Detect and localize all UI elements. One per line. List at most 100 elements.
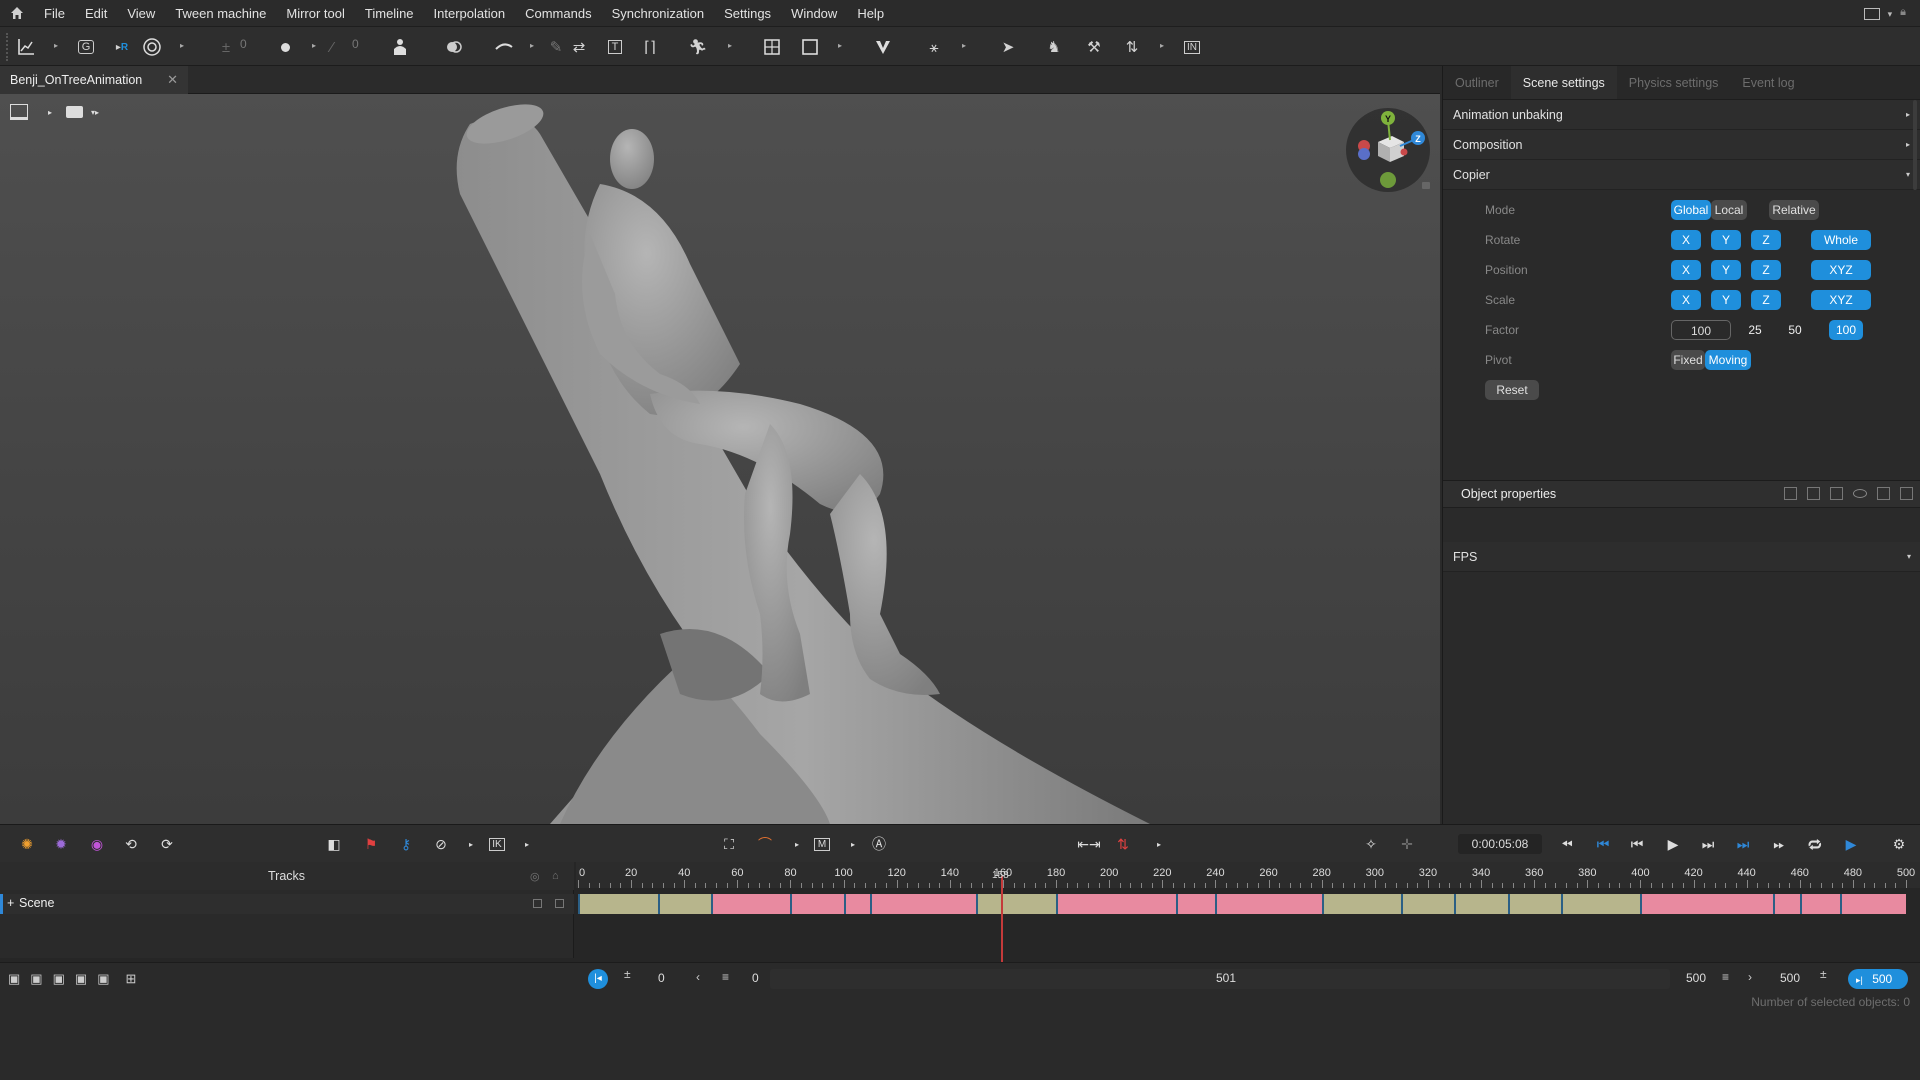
bracket-icon[interactable]: ⌈⌉ — [638, 35, 662, 59]
add-track-icon[interactable]: ▣ — [30, 971, 42, 987]
cycle-icon[interactable]: ⟳ — [156, 833, 178, 855]
chevron-right-icon[interactable]: ▸ — [516, 833, 538, 855]
chevron-right-icon[interactable]: ▸ — [312, 41, 318, 51]
section-copier[interactable]: Copier ▾ — [1443, 160, 1920, 190]
duplicate-icon[interactable]: ▣ — [75, 971, 87, 987]
loop-icon[interactable]: 🔁︎ — [1804, 833, 1826, 855]
scene-track-row[interactable]: + Scene — [0, 894, 574, 914]
track-clip[interactable] — [1454, 894, 1508, 914]
track-clip[interactable] — [1773, 894, 1800, 914]
factor-25-button[interactable]: 25 — [1743, 320, 1767, 340]
gizmo-y-label[interactable]: Y — [1385, 114, 1391, 124]
menu-item-interpolation[interactable]: Interpolation — [424, 0, 516, 27]
chevron-right-icon[interactable]: › — [1748, 970, 1752, 984]
play-range-icon[interactable]: ▶ — [1840, 833, 1862, 855]
key-icon[interactable]: ⚷ — [395, 833, 417, 855]
chevron-right-icon[interactable]: ▸ — [962, 41, 968, 51]
figure-icon[interactable] — [388, 35, 412, 59]
factor-50-button[interactable]: 50 — [1783, 320, 1807, 340]
v-shape-icon[interactable] — [871, 35, 895, 59]
factor-input[interactable]: 100 — [1671, 320, 1731, 340]
section-fps[interactable]: FPS ▾ — [1443, 542, 1920, 572]
menu-item-help[interactable]: Help — [847, 0, 894, 27]
menu-item-synchronization[interactable]: Synchronization — [602, 0, 715, 27]
scale-x-button[interactable]: X — [1671, 290, 1701, 310]
next-key-icon[interactable]: ⏭︎ — [1697, 833, 1719, 855]
lock-icon[interactable] — [1422, 182, 1430, 189]
chevron-right-icon[interactable]: ▸ — [54, 41, 60, 51]
position-y-button[interactable]: Y — [1711, 260, 1741, 280]
menu-item-edit[interactable]: Edit — [75, 0, 117, 27]
auto-icon[interactable]: Ⓐ — [868, 833, 890, 855]
chevron-right-icon[interactable]: ▸ — [842, 833, 864, 855]
range-end-stepper[interactable]: ± — [1820, 967, 1827, 981]
swap-icon[interactable]: ⇅ — [1112, 833, 1134, 855]
range-end-button[interactable]: ▸| 500 — [1848, 969, 1908, 989]
pen-icon[interactable]: ✎ — [544, 35, 568, 59]
expand-icon[interactable]: + — [7, 896, 14, 910]
timecode-display[interactable]: 0:00:05:08 — [1458, 834, 1542, 854]
scene-lock-checkbox[interactable] — [555, 899, 564, 908]
run-icon[interactable]: 🏃︎ — [686, 35, 710, 59]
track-clip[interactable] — [1640, 894, 1774, 914]
pivot-fixed-button[interactable]: Fixed — [1671, 350, 1705, 370]
remove-track-icon[interactable]: ▣ — [53, 971, 65, 987]
dot-icon[interactable] — [273, 35, 297, 59]
list-icon[interactable] — [1784, 487, 1797, 500]
bone-pen-icon[interactable]: ➤ — [996, 35, 1020, 59]
track-clip[interactable] — [1175, 894, 1216, 914]
track-clip[interactable] — [1401, 894, 1455, 914]
tab-outliner[interactable]: Outliner — [1443, 66, 1511, 99]
expand-icon[interactable]: ⇤⇥ — [1077, 833, 1100, 855]
range-end-input[interactable]: 500 — [1780, 971, 1800, 985]
track-clip[interactable] — [1056, 894, 1176, 914]
split-icon[interactable]: ◧ — [323, 833, 345, 855]
position-z-button[interactable]: Z — [1751, 260, 1781, 280]
lock-icon[interactable]: 🔒︎ — [1900, 6, 1906, 20]
chevron-right-icon[interactable]: ▸ — [180, 41, 186, 51]
menu-item-window[interactable]: Window — [781, 0, 847, 27]
track-clip[interactable] — [1560, 894, 1641, 914]
section-animation-unbaking[interactable]: Animation unbaking ▸ — [1443, 100, 1920, 130]
prev-key-icon[interactable]: ⏮︎ — [1626, 833, 1648, 855]
reset-button[interactable]: Reset — [1485, 380, 1539, 400]
layout-icon[interactable] — [1863, 8, 1880, 20]
rotate-y-button[interactable]: Y — [1711, 230, 1741, 250]
tab-event-log[interactable]: Event log — [1730, 66, 1806, 99]
pose-icon[interactable]: ♞ — [1042, 35, 1066, 59]
chevron-right-icon[interactable]: ▸ — [786, 833, 808, 855]
graph-editor-icon[interactable] — [14, 35, 38, 59]
track-clip[interactable] — [578, 894, 658, 914]
rotate-z-button[interactable]: Z — [1751, 230, 1781, 250]
gear-icon[interactable]: ⚙ — [1888, 833, 1910, 855]
scale-y-button[interactable]: Y — [1711, 290, 1741, 310]
menu-item-tween-machine[interactable]: Tween machine — [165, 0, 276, 27]
snap-icon[interactable]: ✧ — [1360, 833, 1382, 855]
menu-item-file[interactable]: File — [34, 0, 75, 27]
chevron-right-icon[interactable]: ▸ — [1148, 833, 1170, 855]
scale-z-button[interactable]: Z — [1751, 290, 1781, 310]
menu-item-view[interactable]: View — [117, 0, 165, 27]
code-icon[interactable] — [1807, 487, 1820, 500]
factor-100-button[interactable]: 100 — [1829, 320, 1863, 340]
menu-item-settings[interactable]: Settings — [714, 0, 781, 27]
step-value-b[interactable]: 0 — [352, 37, 359, 51]
step-value-a[interactable]: 0 — [240, 37, 247, 51]
m-button[interactable]: M — [811, 833, 833, 855]
track-clip[interactable] — [657, 894, 711, 914]
position-x-button[interactable]: X — [1671, 260, 1701, 280]
visible-start-value[interactable]: 0 — [752, 971, 759, 985]
toolbar-grip[interactable] — [6, 33, 9, 61]
mask-icon[interactable] — [442, 35, 466, 59]
menu-icon[interactable]: ≡ — [722, 970, 729, 984]
paste-icon[interactable] — [1900, 487, 1913, 500]
home-icon[interactable] — [0, 0, 34, 27]
section-composition[interactable]: Composition ▸ — [1443, 130, 1920, 160]
pose-edit-icon[interactable]: ⚒ — [1082, 35, 1106, 59]
scene-visibility-checkbox[interactable] — [533, 899, 542, 908]
orientation-gizmo[interactable]: Y Z — [1344, 106, 1432, 194]
shuffle-icon[interactable]: ⇄ — [567, 35, 591, 59]
menu-item-timeline[interactable]: Timeline — [355, 0, 424, 27]
tab-physics-settings[interactable]: Physics settings — [1617, 66, 1731, 99]
mode-relative-button[interactable]: Relative — [1769, 200, 1819, 220]
